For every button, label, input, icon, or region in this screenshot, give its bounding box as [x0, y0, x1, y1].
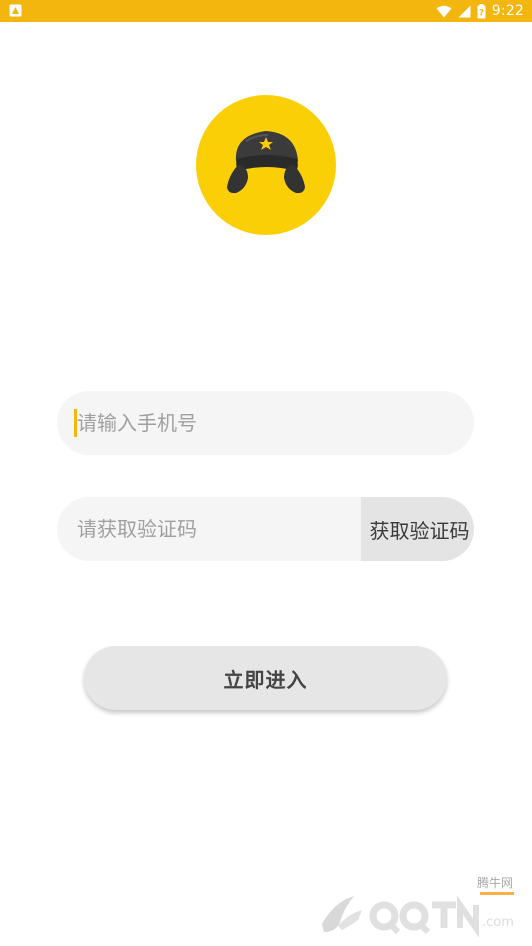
text-cursor	[74, 409, 77, 437]
watermark: .com 腾牛网	[314, 874, 524, 938]
get-code-button[interactable]: 获取验证码	[361, 497, 474, 561]
phone-input[interactable]	[57, 391, 474, 455]
signal-icon	[458, 5, 471, 17]
status-bar: ? 9:22	[0, 0, 532, 22]
svg-text:.com: .com	[482, 915, 514, 930]
status-time: 9:22	[491, 3, 524, 19]
notification-icon	[9, 4, 22, 17]
wifi-icon	[436, 5, 452, 17]
app-logo	[196, 95, 336, 235]
battery-icon: ?	[477, 3, 486, 18]
enter-button[interactable]: 立即进入	[84, 646, 447, 710]
svg-text:?: ?	[479, 8, 484, 18]
code-field[interactable]: 获取验证码	[57, 497, 474, 561]
watermark-text: 腾牛网	[477, 876, 514, 890]
status-icons: ? 9:22	[436, 0, 524, 22]
fur-hat-icon	[227, 131, 305, 194]
phone-field[interactable]	[57, 391, 474, 455]
code-input[interactable]	[57, 497, 362, 561]
